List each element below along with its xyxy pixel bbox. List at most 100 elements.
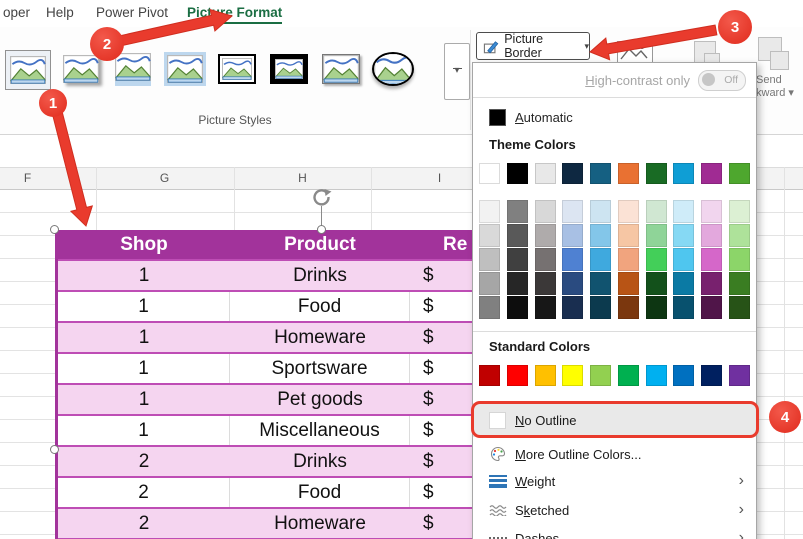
selection-handle-top-middle[interactable]: [317, 225, 326, 234]
picture-style-simple-frame[interactable]: [5, 50, 51, 90]
ribbon-tab-help[interactable]: Help: [46, 5, 74, 20]
theme-variant-swatch[interactable]: [534, 224, 556, 247]
theme-variant-swatch[interactable]: [673, 200, 695, 223]
theme-variant-swatch[interactable]: [479, 296, 500, 319]
theme-color-swatch[interactable]: [506, 163, 528, 184]
theme-variant-swatch[interactable]: [701, 248, 723, 271]
automatic-color-item[interactable]: Automatic: [473, 103, 756, 131]
gallery-more-button[interactable]: ▾: [444, 43, 470, 100]
theme-color-swatch[interactable]: [534, 163, 556, 184]
picture-style-soft-edge-glow[interactable]: [163, 50, 207, 88]
picture-style-white-frame[interactable]: [215, 50, 259, 88]
theme-variant-swatch[interactable]: [617, 296, 639, 319]
ribbon-tab-power-pivot[interactable]: Power Pivot: [96, 5, 168, 20]
theme-variant-swatch[interactable]: [701, 272, 723, 295]
theme-variant-swatch[interactable]: [590, 224, 612, 247]
theme-variant-swatch[interactable]: [645, 200, 667, 223]
standard-color-swatch[interactable]: [562, 365, 584, 386]
theme-variant-swatch[interactable]: [617, 248, 639, 271]
standard-color-swatch[interactable]: [645, 365, 667, 386]
theme-variant-swatch[interactable]: [645, 224, 667, 247]
theme-variant-column: [701, 200, 723, 320]
more-outline-colors-item[interactable]: More Outline Colors...: [473, 441, 756, 467]
theme-variant-swatch[interactable]: [590, 248, 612, 271]
weight-item[interactable]: Weight ›: [473, 467, 756, 495]
selection-handle-top-left[interactable]: [50, 225, 59, 234]
theme-variant-swatch[interactable]: [645, 248, 667, 271]
standard-color-swatch[interactable]: [728, 365, 750, 386]
theme-color-swatch[interactable]: [590, 163, 612, 184]
theme-color-swatch[interactable]: [673, 163, 695, 184]
picture-style-metal-oval[interactable]: [371, 50, 415, 88]
theme-variant-swatch[interactable]: [562, 224, 584, 247]
rotate-handle-icon[interactable]: [310, 188, 334, 206]
standard-color-swatch[interactable]: [479, 365, 500, 386]
theme-variant-swatch[interactable]: [506, 248, 528, 271]
theme-variant-swatch[interactable]: [701, 224, 723, 247]
theme-variant-swatch[interactable]: [534, 248, 556, 271]
theme-color-swatch[interactable]: [562, 163, 584, 184]
theme-variant-swatch[interactable]: [728, 248, 750, 271]
theme-variant-swatch[interactable]: [673, 224, 695, 247]
theme-color-swatch[interactable]: [728, 163, 750, 184]
theme-variant-swatch[interactable]: [479, 248, 500, 271]
theme-variant-swatch[interactable]: [479, 200, 500, 223]
sketched-item[interactable]: Sketched ›: [473, 496, 756, 524]
standard-color-swatch[interactable]: [617, 365, 639, 386]
theme-variant-swatch[interactable]: [728, 272, 750, 295]
theme-variant-swatch[interactable]: [617, 224, 639, 247]
send-backward-button[interactable]: Send kward ▾: [756, 74, 803, 100]
standard-color-swatch[interactable]: [590, 365, 612, 386]
ribbon-tab-picture-format[interactable]: Picture Format: [187, 5, 283, 24]
theme-color-swatch[interactable]: [701, 163, 723, 184]
theme-variant-swatch[interactable]: [617, 272, 639, 295]
column-header-G[interactable]: G: [96, 171, 233, 185]
theme-variant-swatch[interactable]: [728, 296, 750, 319]
theme-variant-swatch[interactable]: [590, 272, 612, 295]
ribbon-group-separator: [470, 30, 471, 130]
standard-color-swatch[interactable]: [701, 365, 723, 386]
high-contrast-toggle: Off: [698, 69, 746, 91]
theme-variant-swatch[interactable]: [673, 248, 695, 271]
theme-variant-swatch[interactable]: [590, 296, 612, 319]
theme-variant-swatch[interactable]: [506, 224, 528, 247]
theme-variant-swatch[interactable]: [645, 272, 667, 295]
theme-color-swatch[interactable]: [617, 163, 639, 184]
theme-variant-swatch[interactable]: [534, 200, 556, 223]
ribbon-tab-oper[interactable]: oper: [3, 5, 30, 20]
theme-variant-swatch[interactable]: [645, 296, 667, 319]
theme-color-swatch[interactable]: [645, 163, 667, 184]
theme-variant-swatch[interactable]: [562, 248, 584, 271]
theme-variant-swatch[interactable]: [562, 272, 584, 295]
selection-handle-left-middle[interactable]: [50, 445, 59, 454]
theme-variant-swatch[interactable]: [534, 272, 556, 295]
theme-variant-swatch[interactable]: [673, 272, 695, 295]
picture-style-thick-black-frame[interactable]: [267, 50, 311, 88]
theme-variant-swatch[interactable]: [701, 200, 723, 223]
theme-color-swatch[interactable]: [479, 163, 500, 184]
theme-variant-swatch[interactable]: [617, 200, 639, 223]
theme-variant-swatch[interactable]: [562, 296, 584, 319]
theme-variant-swatch[interactable]: [728, 200, 750, 223]
standard-color-swatch[interactable]: [506, 365, 528, 386]
theme-variant-swatch[interactable]: [479, 224, 500, 247]
theme-variant-swatch[interactable]: [673, 296, 695, 319]
excel-window: FGHI Shop Product Re 1 Drinks $1 Food $1 Home…: [0, 0, 803, 539]
theme-variant-swatch[interactable]: [506, 272, 528, 295]
picture-border-button[interactable]: Picture Border ▾: [476, 32, 590, 60]
theme-variant-swatch[interactable]: [479, 272, 500, 295]
theme-variant-swatch[interactable]: [506, 296, 528, 319]
standard-color-swatch[interactable]: [673, 365, 695, 386]
theme-variant-swatch[interactable]: [701, 296, 723, 319]
dashes-item[interactable]: Dashes ›: [473, 524, 756, 539]
theme-variant-swatch[interactable]: [728, 224, 750, 247]
column-header-H[interactable]: H: [234, 171, 371, 185]
theme-variant-swatch[interactable]: [562, 200, 584, 223]
theme-variant-swatch[interactable]: [534, 296, 556, 319]
theme-variant-swatch[interactable]: [506, 200, 528, 223]
column-header-F[interactable]: F: [0, 171, 96, 185]
theme-variant-swatch[interactable]: [590, 200, 612, 223]
standard-color-swatch[interactable]: [534, 365, 556, 386]
table-cell: Pet goods: [277, 388, 363, 410]
picture-style-shadow-rectangle[interactable]: [319, 50, 363, 88]
